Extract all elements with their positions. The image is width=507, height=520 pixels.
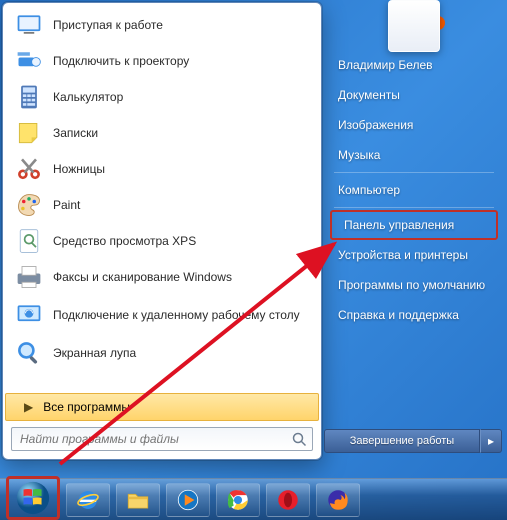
start-item-label: Paint [53,198,80,212]
right-link-music[interactable]: Музыка [324,140,504,170]
right-link-devices[interactable]: Устройства и принтеры [324,240,504,270]
sticky-notes-icon [15,119,43,147]
shutdown-row: Завершение работы ▸ [324,428,502,454]
start-item-fax[interactable]: Факсы и сканирование Windows [5,259,319,295]
fax-icon [15,263,43,291]
shutdown-button[interactable]: Завершение работы [324,429,480,453]
taskbar-opera[interactable] [266,483,310,517]
start-item-rdp[interactable]: Подключение к удаленному рабочему столу [5,295,319,335]
start-item-getting-started[interactable]: Приступая к работе [5,7,319,43]
paint-icon [15,191,43,219]
start-item-label: Средство просмотра XPS [53,234,196,248]
annotation-start-highlight [6,476,60,520]
all-programs-label: Все программы [43,400,130,414]
start-button[interactable] [11,478,55,518]
start-item-label: Калькулятор [53,90,123,104]
start-menu-list: Приступая к работе Подключить к проектор… [3,3,321,393]
start-item-label: Записки [53,126,98,140]
taskbar [0,478,507,520]
taskbar-chrome[interactable] [216,483,260,517]
getting-started-icon [15,11,43,39]
taskbar-explorer[interactable] [116,483,160,517]
magnifier-icon [15,339,43,367]
arrow-right-icon: ▶ [24,400,33,414]
start-item-label: Подключение к удаленному рабочему столу [53,308,300,322]
pane-separator [334,207,494,208]
start-item-projector[interactable]: Подключить к проектору [5,43,319,79]
projector-icon [15,47,43,75]
user-avatar[interactable] [388,0,440,52]
start-item-label: Факсы и сканирование Windows [53,270,232,284]
right-link-control-panel[interactable]: Панель управления [330,210,498,240]
start-menu-right-pane: Владимир Белев Документы Изображения Муз… [324,2,504,460]
taskbar-wmp[interactable] [166,483,210,517]
start-item-label: Подключить к проектору [53,54,189,68]
start-item-paint[interactable]: Paint [5,187,319,223]
right-link-user[interactable]: Владимир Белев [324,50,504,80]
start-item-magnifier[interactable]: Экранная лупа [5,335,319,371]
xps-icon [15,227,43,255]
right-link-documents[interactable]: Документы [324,80,504,110]
shutdown-menu-arrow[interactable]: ▸ [480,429,502,453]
start-item-snipping[interactable]: Ножницы [5,151,319,187]
start-item-calculator[interactable]: Калькулятор [5,79,319,115]
right-link-help[interactable]: Справка и поддержка [324,300,504,330]
start-menu-left-pane: Приступая к работе Подключить к проектор… [2,2,322,460]
chevron-right-icon: ▸ [488,434,494,448]
taskbar-ie[interactable] [66,483,110,517]
search-icon [291,431,307,447]
calculator-icon [15,83,43,111]
start-item-label: Ножницы [53,162,105,176]
all-programs-button[interactable]: ▶ Все программы [5,393,319,421]
taskbar-firefox[interactable] [316,483,360,517]
scissors-icon [15,155,43,183]
right-link-defaults[interactable]: Программы по умолчанию [324,270,504,300]
right-link-computer[interactable]: Компьютер [324,175,504,205]
pane-separator [334,172,494,173]
start-item-label: Приступая к работе [53,18,163,32]
right-link-pictures[interactable]: Изображения [324,110,504,140]
start-item-sticky-notes[interactable]: Записки [5,115,319,151]
search-row [3,421,321,459]
search-input[interactable] [11,427,313,451]
start-item-label: Экранная лупа [53,346,136,360]
rdp-icon [15,301,43,329]
start-item-xps[interactable]: Средство просмотра XPS [5,223,319,259]
